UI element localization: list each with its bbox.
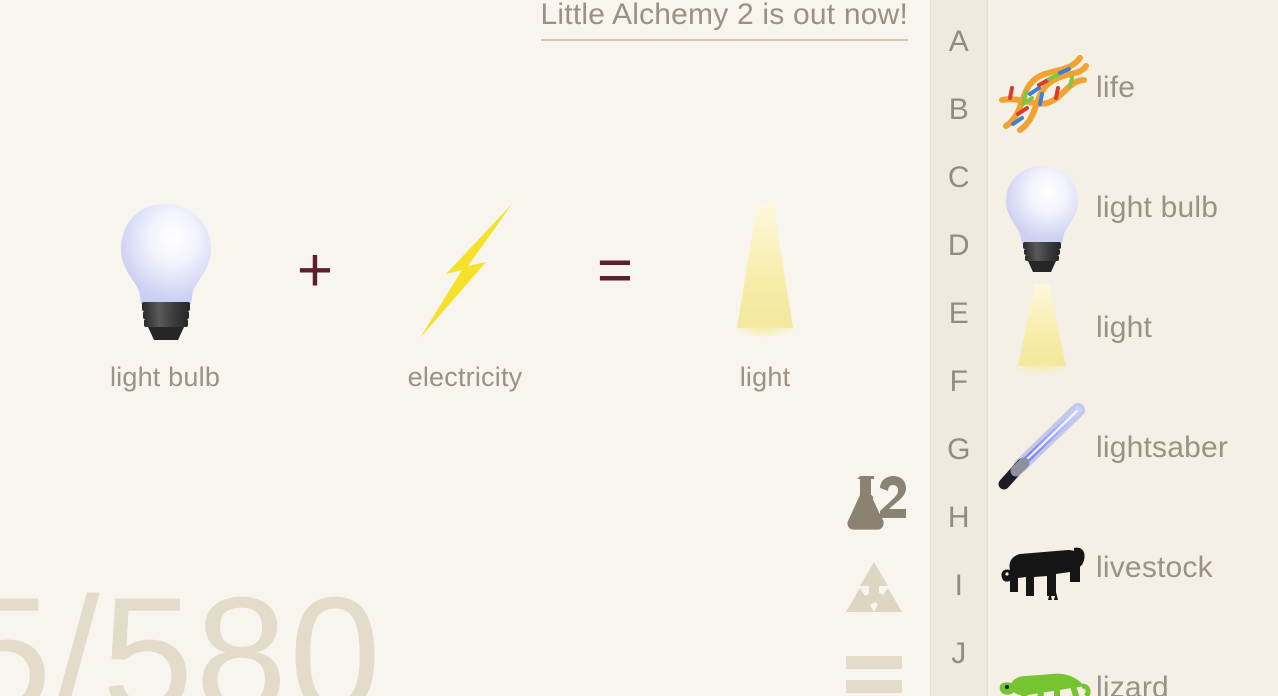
- alphabet-letter-g[interactable]: G: [931, 416, 987, 484]
- alphabet-letter-d[interactable]: D: [931, 212, 987, 280]
- alphabet-index[interactable]: ABCDEFGHIJK: [930, 0, 988, 696]
- light-beam-icon: [988, 274, 1096, 382]
- combination-slot-left[interactable]: light bulb: [65, 196, 265, 393]
- alphabet-letter-b[interactable]: B: [931, 76, 987, 144]
- operator-equals: =: [596, 236, 634, 305]
- element-list-item-label: light bulb: [1096, 191, 1219, 224]
- alphabet-letter-k[interactable]: K: [931, 688, 987, 696]
- combination-result-label: light: [739, 362, 791, 392]
- alphabet-letter-h[interactable]: H: [931, 484, 987, 552]
- combination-row: light bulb + electricity = light: [0, 196, 930, 436]
- element-list-item-label: lizard: [1096, 671, 1169, 696]
- lightsaber-icon: [988, 394, 1096, 502]
- alphabet-letter-e[interactable]: E: [931, 280, 987, 348]
- alphabet-letter-a[interactable]: A: [931, 8, 987, 76]
- element-list-item[interactable]: light: [988, 268, 1278, 388]
- dna-helix-icon: [988, 34, 1096, 142]
- light-bulb-icon: [90, 196, 240, 346]
- combination-slot-right[interactable]: electricity: [365, 196, 565, 393]
- alphabet-letter-c[interactable]: C: [931, 144, 987, 212]
- menu-button[interactable]: [838, 642, 910, 696]
- element-list-item-label: livestock: [1096, 551, 1213, 584]
- element-list-item-label: light: [1096, 311, 1153, 344]
- workspace[interactable]: Little Alchemy 2 is out now! 5/580 light…: [0, 0, 930, 696]
- promo-banner-link[interactable]: Little Alchemy 2 is out now!: [540, 0, 908, 41]
- hamburger-menu-icon: [846, 656, 902, 693]
- element-list-item-label: lightsaber: [1096, 431, 1229, 464]
- alphabet-letter-j[interactable]: J: [931, 620, 987, 688]
- recycle-icon: [846, 562, 902, 612]
- light-bulb-icon: [988, 154, 1096, 272]
- element-list-item[interactable]: livestock: [988, 508, 1278, 628]
- element-list-item[interactable]: life: [988, 28, 1278, 148]
- lightning-bolt-icon: [390, 196, 540, 346]
- light-beam-icon: [690, 196, 840, 346]
- alphabet-letter-i[interactable]: I: [931, 552, 987, 620]
- reset-button[interactable]: [838, 556, 910, 628]
- little-alchemy-2-promo-button[interactable]: [838, 470, 910, 542]
- element-list-item[interactable]: lizard: [988, 628, 1278, 696]
- element-list-item-label: life: [1096, 71, 1136, 104]
- cow-icon: [988, 514, 1096, 622]
- combination-right-label: electricity: [407, 362, 523, 392]
- combination-left-label: light bulb: [109, 362, 221, 392]
- flask-two-icon: [847, 476, 906, 530]
- progress-counter: 5/580: [0, 563, 383, 696]
- alphabet-letter-f[interactable]: F: [931, 348, 987, 416]
- tool-button-column: [838, 470, 910, 696]
- combination-slot-result[interactable]: light: [665, 196, 865, 393]
- element-list-item[interactable]: lightsaber: [988, 388, 1278, 508]
- element-list-item[interactable]: light bulb: [988, 148, 1278, 272]
- element-list-panel[interactable]: life light bulb light lightsaber livestock li…: [988, 0, 1278, 696]
- lizard-icon: [988, 634, 1096, 696]
- operator-plus: +: [296, 236, 334, 305]
